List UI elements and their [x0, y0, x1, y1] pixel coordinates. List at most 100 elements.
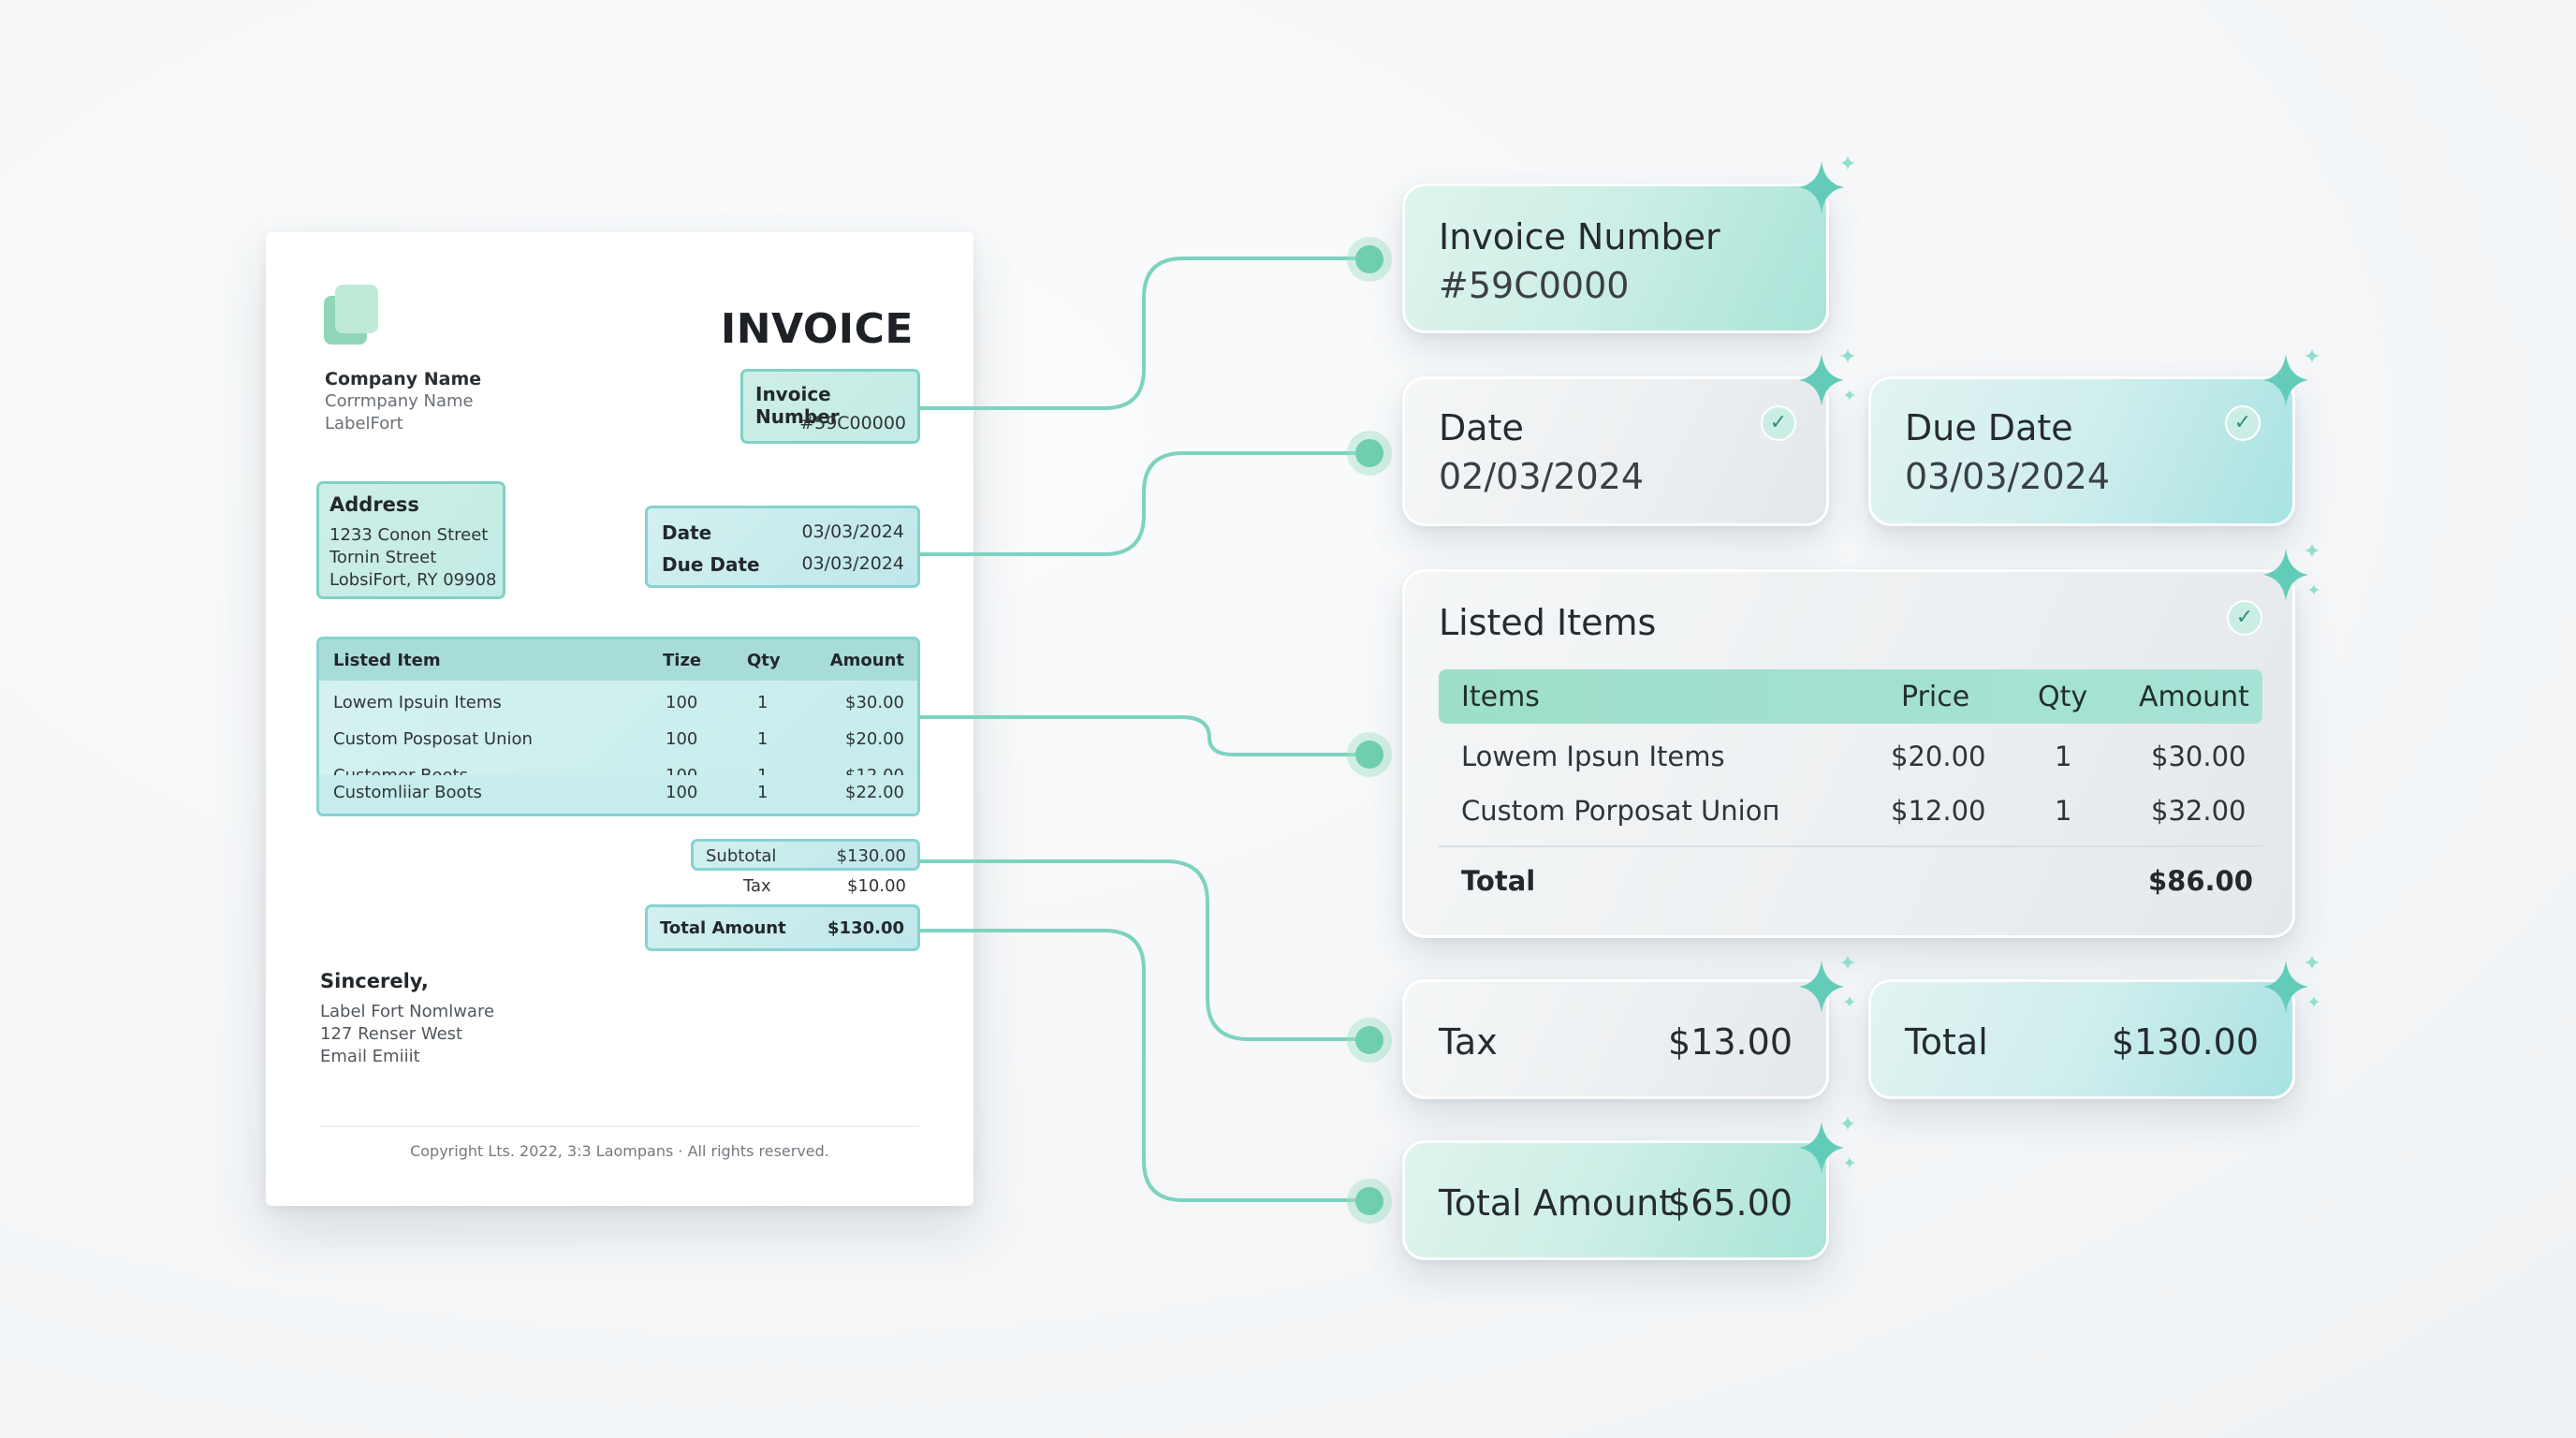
signature-line-3: Email Emiiit — [320, 1047, 420, 1066]
check-icon: ✓ — [2225, 405, 2261, 441]
address-line-2: Tornin Street — [329, 548, 437, 567]
connector-dot-icon — [1355, 1187, 1383, 1215]
invoice-number-card-label: Invoice Number — [1439, 216, 1720, 257]
logo-icon-front — [335, 285, 378, 333]
footer-divider — [320, 1125, 919, 1127]
table-row-amount: $22.00 — [845, 783, 904, 802]
check-icon: ✓ — [2227, 600, 2262, 636]
address-label: Address — [329, 493, 419, 516]
tax-card-label: Tax — [1439, 1021, 1498, 1063]
table-row-qty: 1 — [757, 693, 768, 712]
signature-line-2: 127 Renser West — [320, 1024, 463, 1044]
table-row-amount: $30.00 — [845, 693, 904, 712]
sparkle-icon — [1799, 348, 1855, 406]
list-item-amount: $32.00 — [2151, 795, 2247, 827]
total-card[interactable]: Total $130.00 — [1868, 979, 2295, 1099]
table-row-item: Customliiar Boots — [333, 783, 482, 802]
table-row-amount: $20.00 — [845, 729, 904, 749]
connector-dot-icon — [1355, 1026, 1383, 1054]
total-amount-label: Total Amount — [660, 918, 786, 938]
subtotal-value: $130.00 — [836, 846, 906, 866]
date-box[interactable]: Date 03/03/2024 Due Date 03/03/2024 — [645, 506, 920, 588]
connector-tax — [918, 859, 1370, 1041]
total-amount-value: $130.00 — [827, 918, 904, 938]
due-date-value: 03/03/2024 — [801, 553, 904, 574]
listed-items-card[interactable]: Listed Items ✓ Items Price Qty Amount Lo… — [1402, 569, 2295, 938]
sparkle-icon — [1799, 155, 1855, 213]
invoice-document: Company Name Corrmpany Name LabelFort IN… — [266, 232, 973, 1206]
due-date-label: Due Date — [662, 553, 760, 576]
col-header-size: Tize — [663, 651, 702, 670]
signature-line-1: Label Fort Nomlware — [320, 1002, 495, 1021]
connector-dot-icon — [1355, 741, 1383, 769]
list-item-price: $12.00 — [1891, 795, 1986, 827]
listed-items-total-value: $86.00 — [2148, 865, 2253, 897]
invoice-number-card-value: #59C0000 — [1439, 265, 1630, 306]
company-line-1: Corrmpany Name — [325, 391, 474, 411]
invoice-number-card[interactable]: Invoice Number #59C0000 — [1402, 183, 1829, 333]
company-line-2: LabelFort — [325, 414, 403, 433]
due-date-card-label: Due Date — [1905, 407, 2073, 448]
total-amount-box[interactable]: Total Amount $130.00 — [645, 904, 920, 951]
check-icon: ✓ — [1761, 405, 1796, 441]
copyright-text: Copyright Lts. 2022, 3:3 Laompans · All … — [410, 1142, 829, 1160]
listed-col-price: Price — [1901, 681, 1970, 713]
date-card[interactable]: Date 02/03/2024 ✓ — [1402, 376, 1829, 526]
sparkle-icon — [1799, 955, 1855, 1013]
total-amount-card-value: $65.00 — [1668, 1182, 1793, 1224]
invoice-number-box[interactable]: Invoice Number #59C00000 — [740, 369, 920, 444]
connector-items — [918, 715, 1370, 756]
connector-total-amount — [918, 929, 1370, 1202]
list-item-name: Lowem Ipsun Items — [1461, 741, 1725, 772]
due-date-card-value: 03/03/2024 — [1905, 456, 2111, 497]
list-item-amount: $30.00 — [2151, 741, 2247, 772]
items-table[interactable]: Listed Item Tize Qty Amount Lowem Ipsuin… — [316, 637, 920, 783]
total-amount-card[interactable]: Total Amount $65.00 — [1402, 1140, 1829, 1260]
col-header-item: Listed Item — [333, 651, 441, 670]
company-name: Company Name — [325, 369, 482, 389]
invoice-number-value: #59C00000 — [799, 413, 906, 433]
table-row-size: 100 — [666, 693, 698, 712]
connector-dot-icon — [1355, 245, 1383, 273]
address-line-1: 1233 Conon Street — [329, 525, 489, 545]
list-item-price: $20.00 — [1891, 741, 1986, 772]
address-line-3: LobsiFort, RY 09908 — [329, 570, 497, 590]
listed-items-title: Listed Items — [1439, 602, 1657, 643]
date-card-value: 02/03/2024 — [1439, 456, 1645, 497]
table-row-item: Lowem Ipsuin Items — [333, 693, 502, 712]
listed-col-qty: Qty — [2038, 681, 2088, 713]
listed-col-items: Items — [1461, 681, 1540, 713]
table-row-item: Custom Posposat Union — [333, 729, 533, 749]
tax-value: $10.00 — [847, 876, 906, 896]
listed-items-divider — [1439, 845, 2262, 847]
sparkle-icon — [2263, 348, 2320, 406]
items-table-row-4: Customliiar Boots 100 1 $22.00 — [316, 775, 920, 816]
date-label: Date — [662, 521, 712, 544]
tax-label: Tax — [743, 876, 771, 896]
address-box[interactable]: Address 1233 Conon Street Tornin Street … — [316, 481, 505, 599]
connector-dot-icon — [1355, 439, 1383, 467]
subtotal-box[interactable]: Subtotal $130.00 — [691, 839, 920, 871]
sparkle-icon — [1799, 1116, 1855, 1174]
listed-items-total-label: Total — [1461, 865, 1536, 897]
date-value: 03/03/2024 — [801, 521, 904, 542]
due-date-card[interactable]: Due Date 03/03/2024 ✓ — [1868, 376, 2295, 526]
listed-col-amount: Amount — [2139, 681, 2249, 713]
total-card-label: Total — [1905, 1021, 1988, 1063]
closing-text: Sincerely, — [320, 970, 429, 992]
table-row-qty: 1 — [757, 729, 768, 749]
total-card-value: $130.00 — [2111, 1021, 2259, 1063]
connector-invoice-number — [918, 257, 1370, 410]
table-row-qty: 1 — [757, 783, 768, 802]
date-card-label: Date — [1439, 407, 1524, 448]
tax-card-value: $13.00 — [1668, 1021, 1793, 1063]
list-item-qty: 1 — [2055, 741, 2072, 772]
invoice-title: INVOICE — [720, 305, 914, 353]
table-row-size: 100 — [666, 729, 698, 749]
connector-date — [918, 451, 1370, 556]
tax-card[interactable]: Tax $13.00 — [1402, 979, 1829, 1099]
total-amount-card-label: Total Amount — [1439, 1182, 1674, 1224]
list-item-name: Custom Porposat Unioп — [1461, 795, 1780, 827]
sparkle-icon — [2263, 955, 2320, 1013]
list-item-qty: 1 — [2055, 795, 2072, 827]
